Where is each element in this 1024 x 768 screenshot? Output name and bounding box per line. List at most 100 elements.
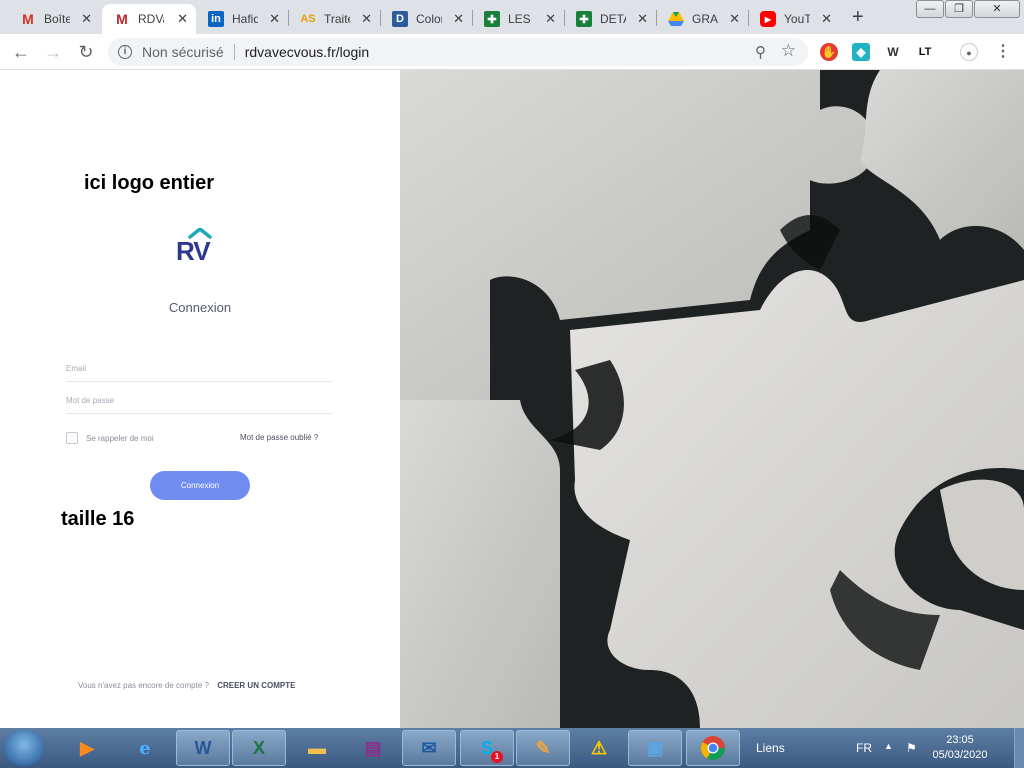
create-account-link[interactable]: CREER UN COMPTE <box>217 681 295 690</box>
page-content: ici logo entier RV Connexion Se rappeler… <box>0 70 1024 728</box>
winrar-icon[interactable]: ▤ <box>346 730 400 766</box>
adblock-icon[interactable]: ✋ <box>820 43 838 61</box>
tab-title: Hafida <box>232 12 258 26</box>
explorer-icon[interactable]: ▬ <box>290 730 344 766</box>
sheets-icon: ✚ <box>484 11 500 27</box>
extension-icon[interactable]: ◈ <box>852 43 870 61</box>
security-status[interactable]: Non sécurisé <box>142 44 224 60</box>
forward-icon[interactable]: → <box>42 41 64 63</box>
signup-footer: Vous n'avez pas encore de compte ? CREER… <box>78 681 295 690</box>
info-icon[interactable]: i <box>118 45 132 59</box>
maximize-button[interactable]: ❐ <box>945 0 973 18</box>
remember-me[interactable]: Se rappeler de moi <box>66 432 154 444</box>
word-icon[interactable]: W <box>176 730 230 766</box>
size-note: taille 16 <box>61 508 135 530</box>
url-text[interactable]: rdvavecvous.fr/login <box>245 44 370 60</box>
tab-linkedin[interactable]: in Hafida ✕ <box>196 4 288 34</box>
tab-title: Traitement <box>324 12 350 26</box>
close-tab-icon[interactable]: ✕ <box>361 11 372 27</box>
tab-youtube[interactable]: ▶ YouTube ✕ <box>748 4 840 34</box>
show-hidden-icons[interactable]: ▲ <box>884 741 893 751</box>
as-icon: AS <box>300 13 316 25</box>
remember-checkbox[interactable] <box>66 432 78 444</box>
tab-les-bases[interactable]: ✚ LES BASES ✕ <box>472 4 564 34</box>
d-icon: D <box>392 11 408 27</box>
wappalyzer-icon[interactable]: W <box>884 43 902 61</box>
tab-title: Coloriage <box>416 12 442 26</box>
thunderbird-icon[interactable]: ✉ <box>402 730 456 766</box>
puzzle-background-image <box>400 70 1024 728</box>
email-field-wrapper <box>66 356 333 382</box>
close-tab-icon[interactable]: ✕ <box>269 11 280 27</box>
tab-gmail[interactable]: M Boîte de réception ✕ <box>8 4 100 34</box>
tab-title: GRAPHIQUES <box>692 12 718 26</box>
bookmark-star-icon[interactable]: ☆ <box>781 41 796 61</box>
rv-logo: RV <box>176 228 212 262</box>
tab-title: RDVavecvous <box>138 12 164 26</box>
back-icon[interactable]: ← <box>10 41 32 63</box>
window-controls: — ❐ ✕ <box>915 0 1020 18</box>
tab-title: DETAIL <box>600 12 626 26</box>
tab-coloriage[interactable]: D Coloriage ✕ <box>380 4 472 34</box>
close-tab-icon[interactable]: ✕ <box>453 11 464 27</box>
lt-icon[interactable]: LT <box>916 43 934 61</box>
skype-icon[interactable]: S 1 <box>460 730 514 766</box>
network-icon[interactable]: ⚑ <box>906 741 917 755</box>
password-field-wrapper <box>66 388 333 414</box>
login-heading: Connexion <box>168 300 232 315</box>
profile-avatar[interactable]: ● <box>960 43 978 61</box>
close-tab-icon[interactable]: ✕ <box>177 11 188 27</box>
close-tab-icon[interactable]: ✕ <box>821 11 832 27</box>
close-window-button[interactable]: ✕ <box>974 0 1020 18</box>
chrome-icon[interactable] <box>686 730 740 766</box>
links-toolbar[interactable]: Liens <box>756 741 785 755</box>
menu-icon[interactable]: ⋮ <box>994 43 1012 61</box>
close-tab-icon[interactable]: ✕ <box>545 11 556 27</box>
tab-traitement[interactable]: AS Traitement ✕ <box>288 4 380 34</box>
system-clock[interactable]: 23:05 05/03/2020 <box>930 733 990 763</box>
login-button[interactable]: Connexion <box>150 471 250 500</box>
reload-icon[interactable]: ↻ <box>75 41 97 63</box>
logo-text: RV <box>176 236 211 262</box>
show-desktop-button[interactable] <box>1014 728 1024 768</box>
signup-prompt: Vous n'avez pas encore de compte ? <box>78 681 209 690</box>
address-bar[interactable]: i Non sécurisé rdvavecvous.fr/login ⚲ ☆ <box>108 38 808 66</box>
close-tab-icon[interactable]: ✕ <box>729 11 740 27</box>
drive-icon <box>668 11 684 27</box>
excel-icon[interactable]: X <box>232 730 286 766</box>
sheets-icon: ✚ <box>576 11 592 27</box>
windows-taskbar: ▶ e W X ▬ ▤ ✉ S 1 ✎ ⚠ ▣ Liens FR ▲ ⚑ 23:… <box>0 728 1024 768</box>
youtube-icon: ▶ <box>760 11 776 27</box>
paint-icon[interactable]: ✎ <box>516 730 570 766</box>
gmail-icon: M <box>22 11 34 27</box>
login-panel: ici logo entier RV Connexion Se rappeler… <box>0 70 400 728</box>
tab-title: YouTube <box>784 12 810 26</box>
tab-detail[interactable]: ✚ DETAIL ✕ <box>564 4 656 34</box>
tab-graphiques[interactable]: GRAPHIQUES ✕ <box>656 4 748 34</box>
tab-rdvavecvous[interactable]: M RDVavecvous ✕ <box>102 4 196 34</box>
close-tab-icon[interactable]: ✕ <box>637 11 648 27</box>
linkedin-icon: in <box>208 11 224 27</box>
email-field[interactable] <box>66 356 333 373</box>
new-tab-button[interactable]: + <box>852 6 864 29</box>
tab-title: Boîte de réception <box>44 12 70 26</box>
tab-title: LES BASES <box>508 12 534 26</box>
rdv-icon: M <box>116 11 128 27</box>
forgot-password-link[interactable]: Mot de passe oublié ? <box>240 433 318 442</box>
media-player-icon[interactable]: ▶ <box>60 730 114 766</box>
tab-strip: M Boîte de réception ✕ M RDVavecvous ✕ i… <box>0 0 1024 34</box>
minimize-button[interactable]: — <box>916 0 944 18</box>
ie-icon[interactable]: e <box>118 730 172 766</box>
clock-date: 05/03/2020 <box>932 749 988 761</box>
browser-toolbar: ← → ↻ i Non sécurisé rdvavecvous.fr/logi… <box>0 34 1024 70</box>
close-tab-icon[interactable]: ✕ <box>81 11 92 27</box>
photo-viewer-icon[interactable]: ▣ <box>628 730 682 766</box>
logo-placeholder-note: ici logo entier <box>84 172 215 194</box>
clock-time: 23:05 <box>946 734 974 746</box>
language-indicator[interactable]: FR <box>856 741 872 755</box>
password-field[interactable] <box>66 388 333 405</box>
remember-label: Se rappeler de moi <box>86 433 154 443</box>
warning-icon[interactable]: ⚠ <box>572 730 626 766</box>
zoom-icon[interactable]: ⚲ <box>755 43 766 61</box>
start-button[interactable] <box>4 730 44 766</box>
